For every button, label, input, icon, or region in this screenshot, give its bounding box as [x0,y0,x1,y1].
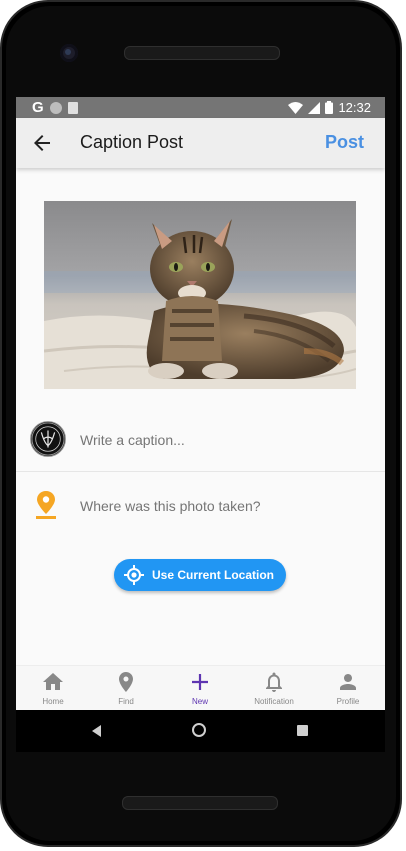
bottom-speaker-grille [122,796,278,810]
nav-item-notification[interactable]: Notification [237,666,311,710]
home-icon [43,673,63,690]
nav-label-notification: Notification [254,697,294,706]
system-back-icon[interactable] [92,725,101,737]
nav-label-find: Find [118,697,134,706]
nav-label-profile: Profile [336,697,360,706]
nav-item-home[interactable]: Home [16,666,90,710]
nav-label-home: Home [42,697,64,706]
bell-icon [266,672,282,692]
signal-icon [308,101,321,114]
nav-item-find[interactable]: Find [89,666,163,710]
status-time: 12:32 [338,100,371,115]
avatar [30,421,66,457]
person-icon [340,674,356,690]
map-pin-icon [119,672,133,692]
nav-item-profile[interactable]: Profile [311,666,385,710]
nav-item-new[interactable]: New [163,666,237,710]
location-row [16,485,385,525]
location-pin-icon [36,491,56,519]
location-input[interactable] [80,496,370,516]
app-screen: G 12:32 Caption Post Post Write a captio… [16,97,385,710]
bottom-navigation: Home Find New Notification Profile [16,665,385,710]
wifi-icon [288,101,304,114]
front-camera [60,44,78,62]
post-photo [44,201,356,389]
system-home-icon[interactable] [192,723,206,737]
notification-dot-icon [49,101,62,114]
status-bar: G 12:32 [16,97,385,118]
use-current-location-label: Use Current Location [152,568,275,582]
page-title: Caption Post [80,132,184,152]
caption-row [16,415,385,472]
battery-icon [325,101,334,114]
system-navigation-bar [16,710,385,752]
plus-icon [192,674,208,690]
caption-input[interactable] [80,430,370,450]
use-current-location-button[interactable]: Use Current Location [114,559,286,591]
top-speaker-grille [124,46,280,60]
gps-target-icon [124,565,144,585]
post-button[interactable]: Post [325,132,364,153]
nav-label-new: New [191,697,208,706]
app-bar: Caption Post Post [16,118,385,168]
system-recents-icon[interactable] [297,725,308,736]
arrow-left-icon[interactable] [30,131,54,155]
sd-card-icon [67,101,78,114]
google-icon: G [32,99,44,116]
